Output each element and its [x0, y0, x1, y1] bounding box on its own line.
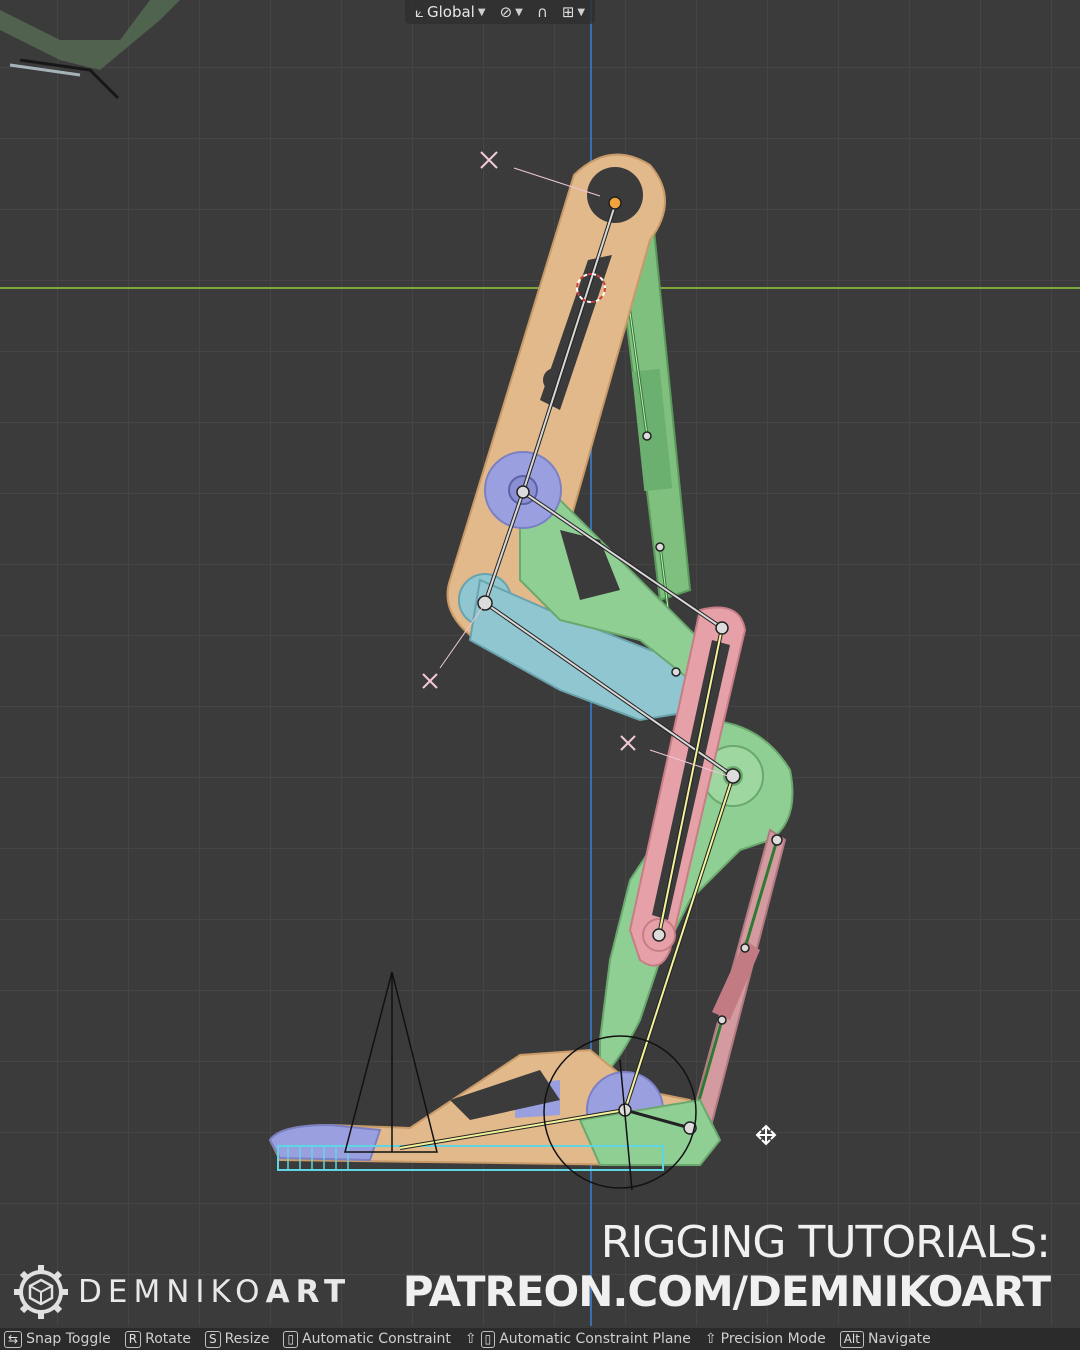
chevron-down-icon: ▼ — [515, 6, 523, 18]
snap-target-dropdown[interactable]: ⊞ ▼ — [558, 1, 589, 23]
pivot-point-dropdown[interactable]: ⊘ ▼ — [496, 1, 527, 23]
brand-name: DEMNIKOART — [78, 1274, 351, 1310]
shift-key-icon: ⇧ — [464, 1331, 477, 1347]
brand-name-bold: ART — [265, 1274, 352, 1310]
status-rotate: R Rotate — [124, 1330, 191, 1348]
shift-key-icon: ⇧ — [704, 1331, 717, 1347]
transform-orientation-dropdown[interactable]: ⟀ Global ▼ — [411, 1, 490, 23]
snap-toggle-button[interactable]: ∩ — [533, 1, 552, 23]
gear-logo-icon — [14, 1265, 68, 1319]
viewport-scene — [0, 0, 1080, 1326]
brand-name-light: DEMNIKO — [78, 1274, 266, 1310]
3d-viewport[interactable] — [0, 0, 1080, 1326]
transform-orientation-label: Global — [427, 3, 475, 21]
key-badge: S — [204, 1330, 221, 1348]
background-model-fragment — [0, 0, 180, 100]
chevron-down-icon: ▼ — [577, 6, 586, 18]
mouse-middle-icon: ▯ — [283, 1330, 299, 1348]
brand-logo: DEMNIKOART — [12, 1263, 351, 1321]
chevron-down-icon: ▼ — [477, 6, 486, 18]
status-label: Precision Mode — [720, 1331, 826, 1347]
status-auto-constraint-plane: ⇧ ▯ Automatic Constraint Plane — [464, 1330, 691, 1348]
status-precision-mode: ⇧ Precision Mode — [705, 1331, 826, 1347]
status-label: Automatic Constraint — [302, 1331, 451, 1347]
promo-text: RIGGING TUTORIALS: PATREON.COM/DEMNIKOAR… — [402, 1217, 1051, 1316]
status-label: Resize — [224, 1331, 270, 1347]
foot-part — [268, 1048, 722, 1171]
move-cursor-icon — [755, 1124, 777, 1146]
pivot-point-icon: ⊘ — [499, 3, 513, 21]
mouse-middle-icon: ▯ — [480, 1330, 496, 1348]
transform-orientation-icon: ⟀ — [415, 3, 424, 21]
key-badge: R — [124, 1330, 142, 1348]
status-label: Rotate — [145, 1331, 191, 1347]
status-auto-constraint: ▯ Automatic Constraint — [283, 1330, 451, 1348]
keyboard-snap-icon: ⇆ — [4, 1330, 23, 1348]
status-label: Snap Toggle — [26, 1331, 111, 1347]
promo-line-2: PATREON.COM/DEMNIKOART — [402, 1267, 1051, 1316]
status-snap-toggle: ⇆ Snap Toggle — [4, 1330, 111, 1348]
snap-increment-icon: ⊞ — [561, 3, 575, 21]
snap-magnet-icon: ∩ — [536, 3, 548, 21]
status-label: Automatic Constraint Plane — [499, 1331, 691, 1347]
status-navigate: Alt Navigate — [839, 1330, 931, 1348]
status-bar: ⇆ Snap Toggle R Rotate S Resize ▯ Automa… — [0, 1328, 1080, 1350]
status-label: Navigate — [867, 1331, 931, 1347]
key-badge: Alt — [839, 1330, 864, 1348]
viewport-header-toolbar: ⟀ Global ▼ ⊘ ▼ ∩ ⊞ ▼ — [405, 0, 596, 24]
status-resize: S Resize — [204, 1330, 270, 1348]
promo-line-1: RIGGING TUTORIALS: — [600, 1217, 1051, 1268]
